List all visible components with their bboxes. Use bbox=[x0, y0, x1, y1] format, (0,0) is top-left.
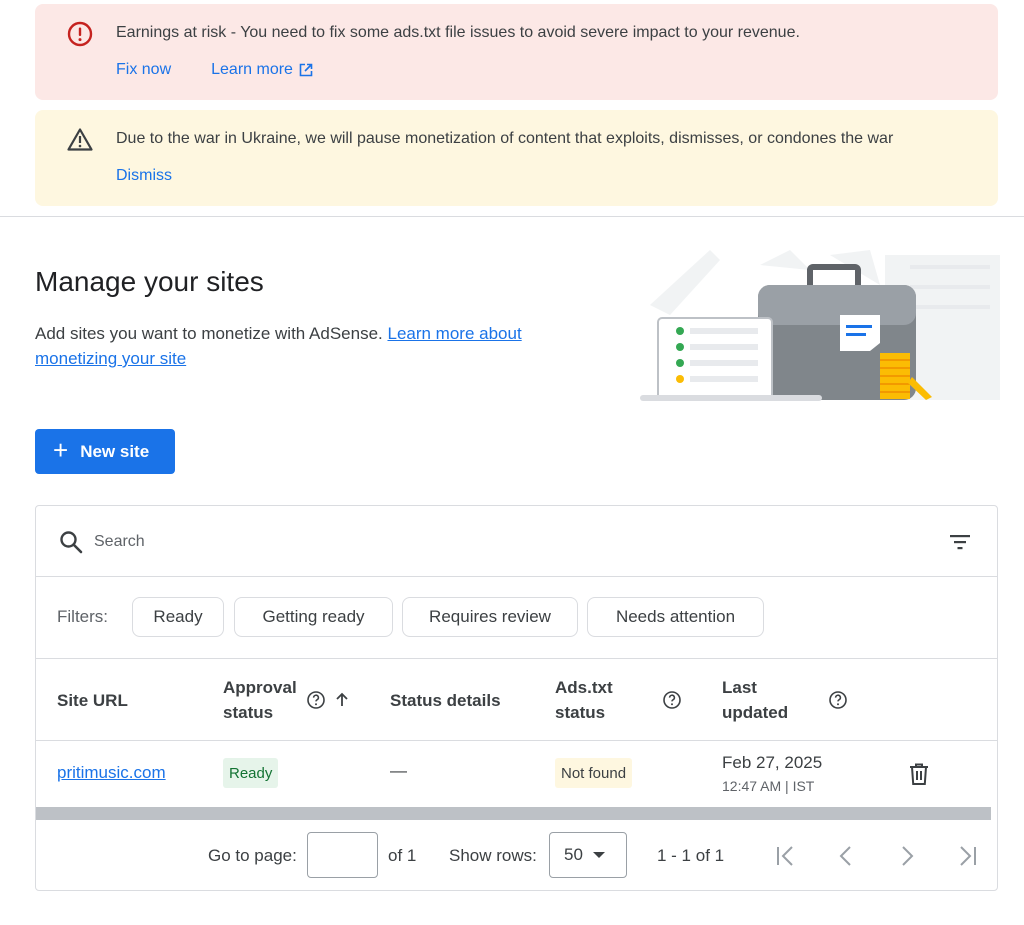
warning-icon bbox=[67, 128, 93, 151]
pagination-range: 1 - 1 of 1 bbox=[657, 846, 725, 865]
new-site-button[interactable]: + New site bbox=[35, 429, 175, 474]
rows-per-page-value: 50 bbox=[564, 845, 583, 864]
table-row: pritimusic.com Ready — Not found Feb 27,… bbox=[36, 741, 997, 807]
ukraine-policy-banner: Due to the war in Ukraine, we will pause… bbox=[35, 110, 998, 206]
fix-now-label: Fix now bbox=[116, 61, 172, 78]
error-banner-message: Earnings at risk - You need to fix some … bbox=[116, 24, 800, 41]
filter-chip-requires-review[interactable]: Requires review bbox=[402, 597, 578, 637]
intro-copy: Add sites you want to monetize with AdSe… bbox=[35, 324, 388, 343]
search-icon bbox=[60, 531, 83, 554]
dismiss-label: Dismiss bbox=[116, 167, 172, 184]
arrow-up-icon[interactable] bbox=[333, 691, 351, 709]
warning-banner-message: Due to the war in Ukraine, we will pause… bbox=[116, 130, 894, 147]
filter-chip-ready[interactable]: Ready bbox=[132, 597, 224, 637]
column-site-url[interactable]: Site URL bbox=[57, 688, 128, 713]
ads-txt-error-banner: Earnings at risk - You need to fix some … bbox=[35, 4, 998, 100]
new-site-label: New site bbox=[80, 441, 150, 461]
learn-more-link[interactable]: Learn more bbox=[211, 61, 313, 79]
chevron-down-icon bbox=[592, 852, 605, 858]
column-adstxt-status[interactable]: Ads.txt status bbox=[555, 675, 613, 725]
goto-page-label: Go to page: bbox=[208, 846, 297, 865]
last-page-icon[interactable] bbox=[954, 843, 980, 869]
status-details-value: — bbox=[390, 761, 407, 780]
intro-text: Add sites you want to monetize with AdSe… bbox=[35, 321, 595, 371]
page-title: Manage your sites bbox=[35, 266, 264, 297]
sites-table-card: Filters: Ready Getting ready Requires re… bbox=[35, 505, 998, 891]
plus-icon: + bbox=[53, 435, 69, 465]
column-last-updated[interactable]: Last updated bbox=[722, 675, 788, 725]
sites-illustration bbox=[640, 250, 1000, 401]
approval-status-badge: Ready bbox=[223, 758, 279, 788]
pagination-bar: Go to page: of 1 Show rows: 50 1 - 1 of … bbox=[36, 820, 997, 890]
site-url-link[interactable]: pritimusic.com bbox=[57, 763, 166, 783]
page-count-label: of 1 bbox=[388, 846, 417, 865]
filters-row: Filters: Ready Getting ready Requires re… bbox=[36, 577, 997, 659]
column-status-details: Status details bbox=[390, 691, 501, 710]
approval-header-line2: status bbox=[223, 703, 274, 722]
rows-per-page-select[interactable]: 50 bbox=[549, 832, 627, 878]
filter-icon[interactable] bbox=[946, 528, 974, 556]
first-page-icon[interactable] bbox=[773, 843, 799, 869]
error-icon bbox=[67, 21, 93, 47]
fix-now-link[interactable]: Fix now bbox=[116, 61, 171, 79]
adstxt-header-line2: status bbox=[555, 703, 606, 722]
search-bar bbox=[36, 506, 997, 577]
section-divider bbox=[0, 216, 1024, 217]
last-updated-time: 12:47 AM | IST bbox=[722, 778, 815, 794]
filters-label: Filters: bbox=[57, 607, 108, 626]
show-rows-label: Show rows: bbox=[449, 846, 537, 865]
updated-header-line2: updated bbox=[722, 703, 789, 722]
search-input[interactable] bbox=[94, 528, 794, 556]
dismiss-link[interactable]: Dismiss bbox=[116, 167, 172, 185]
prev-page-icon[interactable] bbox=[833, 843, 859, 869]
open-in-new-icon bbox=[299, 63, 313, 77]
approval-header-line1: Approval bbox=[223, 678, 297, 697]
adstxt-status-badge: Not found bbox=[555, 758, 633, 788]
filter-chip-getting-ready[interactable]: Getting ready bbox=[234, 597, 393, 637]
goto-page-input[interactable] bbox=[307, 832, 378, 878]
next-page-icon[interactable] bbox=[894, 843, 920, 869]
trash-icon[interactable] bbox=[906, 761, 932, 787]
updated-header-line1: Last bbox=[722, 678, 757, 697]
last-updated-date: Feb 27, 2025 bbox=[722, 753, 823, 772]
learn-more-label: Learn more bbox=[211, 61, 293, 78]
table-header: Site URL Approval status Status details … bbox=[36, 659, 997, 741]
column-approval-status[interactable]: Approval status bbox=[223, 675, 297, 725]
help-icon[interactable] bbox=[828, 690, 848, 710]
horizontal-scrollbar[interactable] bbox=[36, 807, 991, 820]
help-icon[interactable] bbox=[662, 690, 682, 710]
adstxt-header-line1: Ads.txt bbox=[555, 678, 613, 697]
help-icon[interactable] bbox=[306, 690, 326, 710]
filter-chip-needs-attention[interactable]: Needs attention bbox=[587, 597, 764, 637]
